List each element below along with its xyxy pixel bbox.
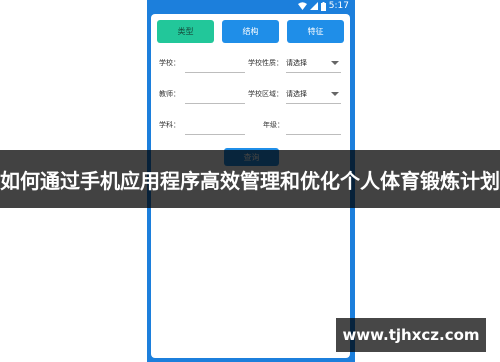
status-time: 5:17 xyxy=(328,1,349,11)
tab-type[interactable]: 类型 xyxy=(157,20,214,43)
wifi-icon xyxy=(297,2,307,10)
school-type-select-value[interactable]: 请选择 xyxy=(286,58,307,68)
banner-title: 如何通过手机应用程序高效管理和优化个人体育锻炼计划 xyxy=(0,168,500,193)
chevron-down-icon[interactable] xyxy=(331,92,339,96)
district-label: 学校区域： xyxy=(248,90,283,98)
form-row-3: 学科： 年级： xyxy=(151,118,350,138)
signal-icon xyxy=(309,2,318,10)
chevron-down-icon[interactable] xyxy=(331,61,339,65)
school-type-select[interactable] xyxy=(286,72,341,73)
subject-input[interactable] xyxy=(185,134,245,135)
school-type-label: 学校性质： xyxy=(248,59,283,67)
tab-structure[interactable]: 结构 xyxy=(222,20,279,43)
status-bar: 5:17 xyxy=(147,0,355,13)
battery-icon xyxy=(320,1,326,11)
teacher-label: 教师： xyxy=(159,90,180,98)
status-icons: 5:17 xyxy=(297,1,349,11)
site-watermark: www.tjhxcz.com xyxy=(336,318,486,352)
form-row-1: 学校： 学校性质： 请选择 xyxy=(151,56,350,76)
tab-features[interactable]: 特征 xyxy=(287,20,344,43)
subject-label: 学科： xyxy=(159,121,180,129)
grade-input[interactable] xyxy=(286,134,341,135)
tab-bar: 类型 结构 特征 xyxy=(157,20,344,43)
teacher-input[interactable] xyxy=(185,103,245,104)
school-label: 学校： xyxy=(159,59,180,67)
district-select[interactable] xyxy=(286,103,341,104)
school-input[interactable] xyxy=(185,72,245,73)
form-row-2: 教师： 学校区域： 请选择 xyxy=(151,87,350,107)
district-select-value[interactable]: 请选择 xyxy=(286,89,307,99)
grade-label: 年级： xyxy=(263,121,284,129)
